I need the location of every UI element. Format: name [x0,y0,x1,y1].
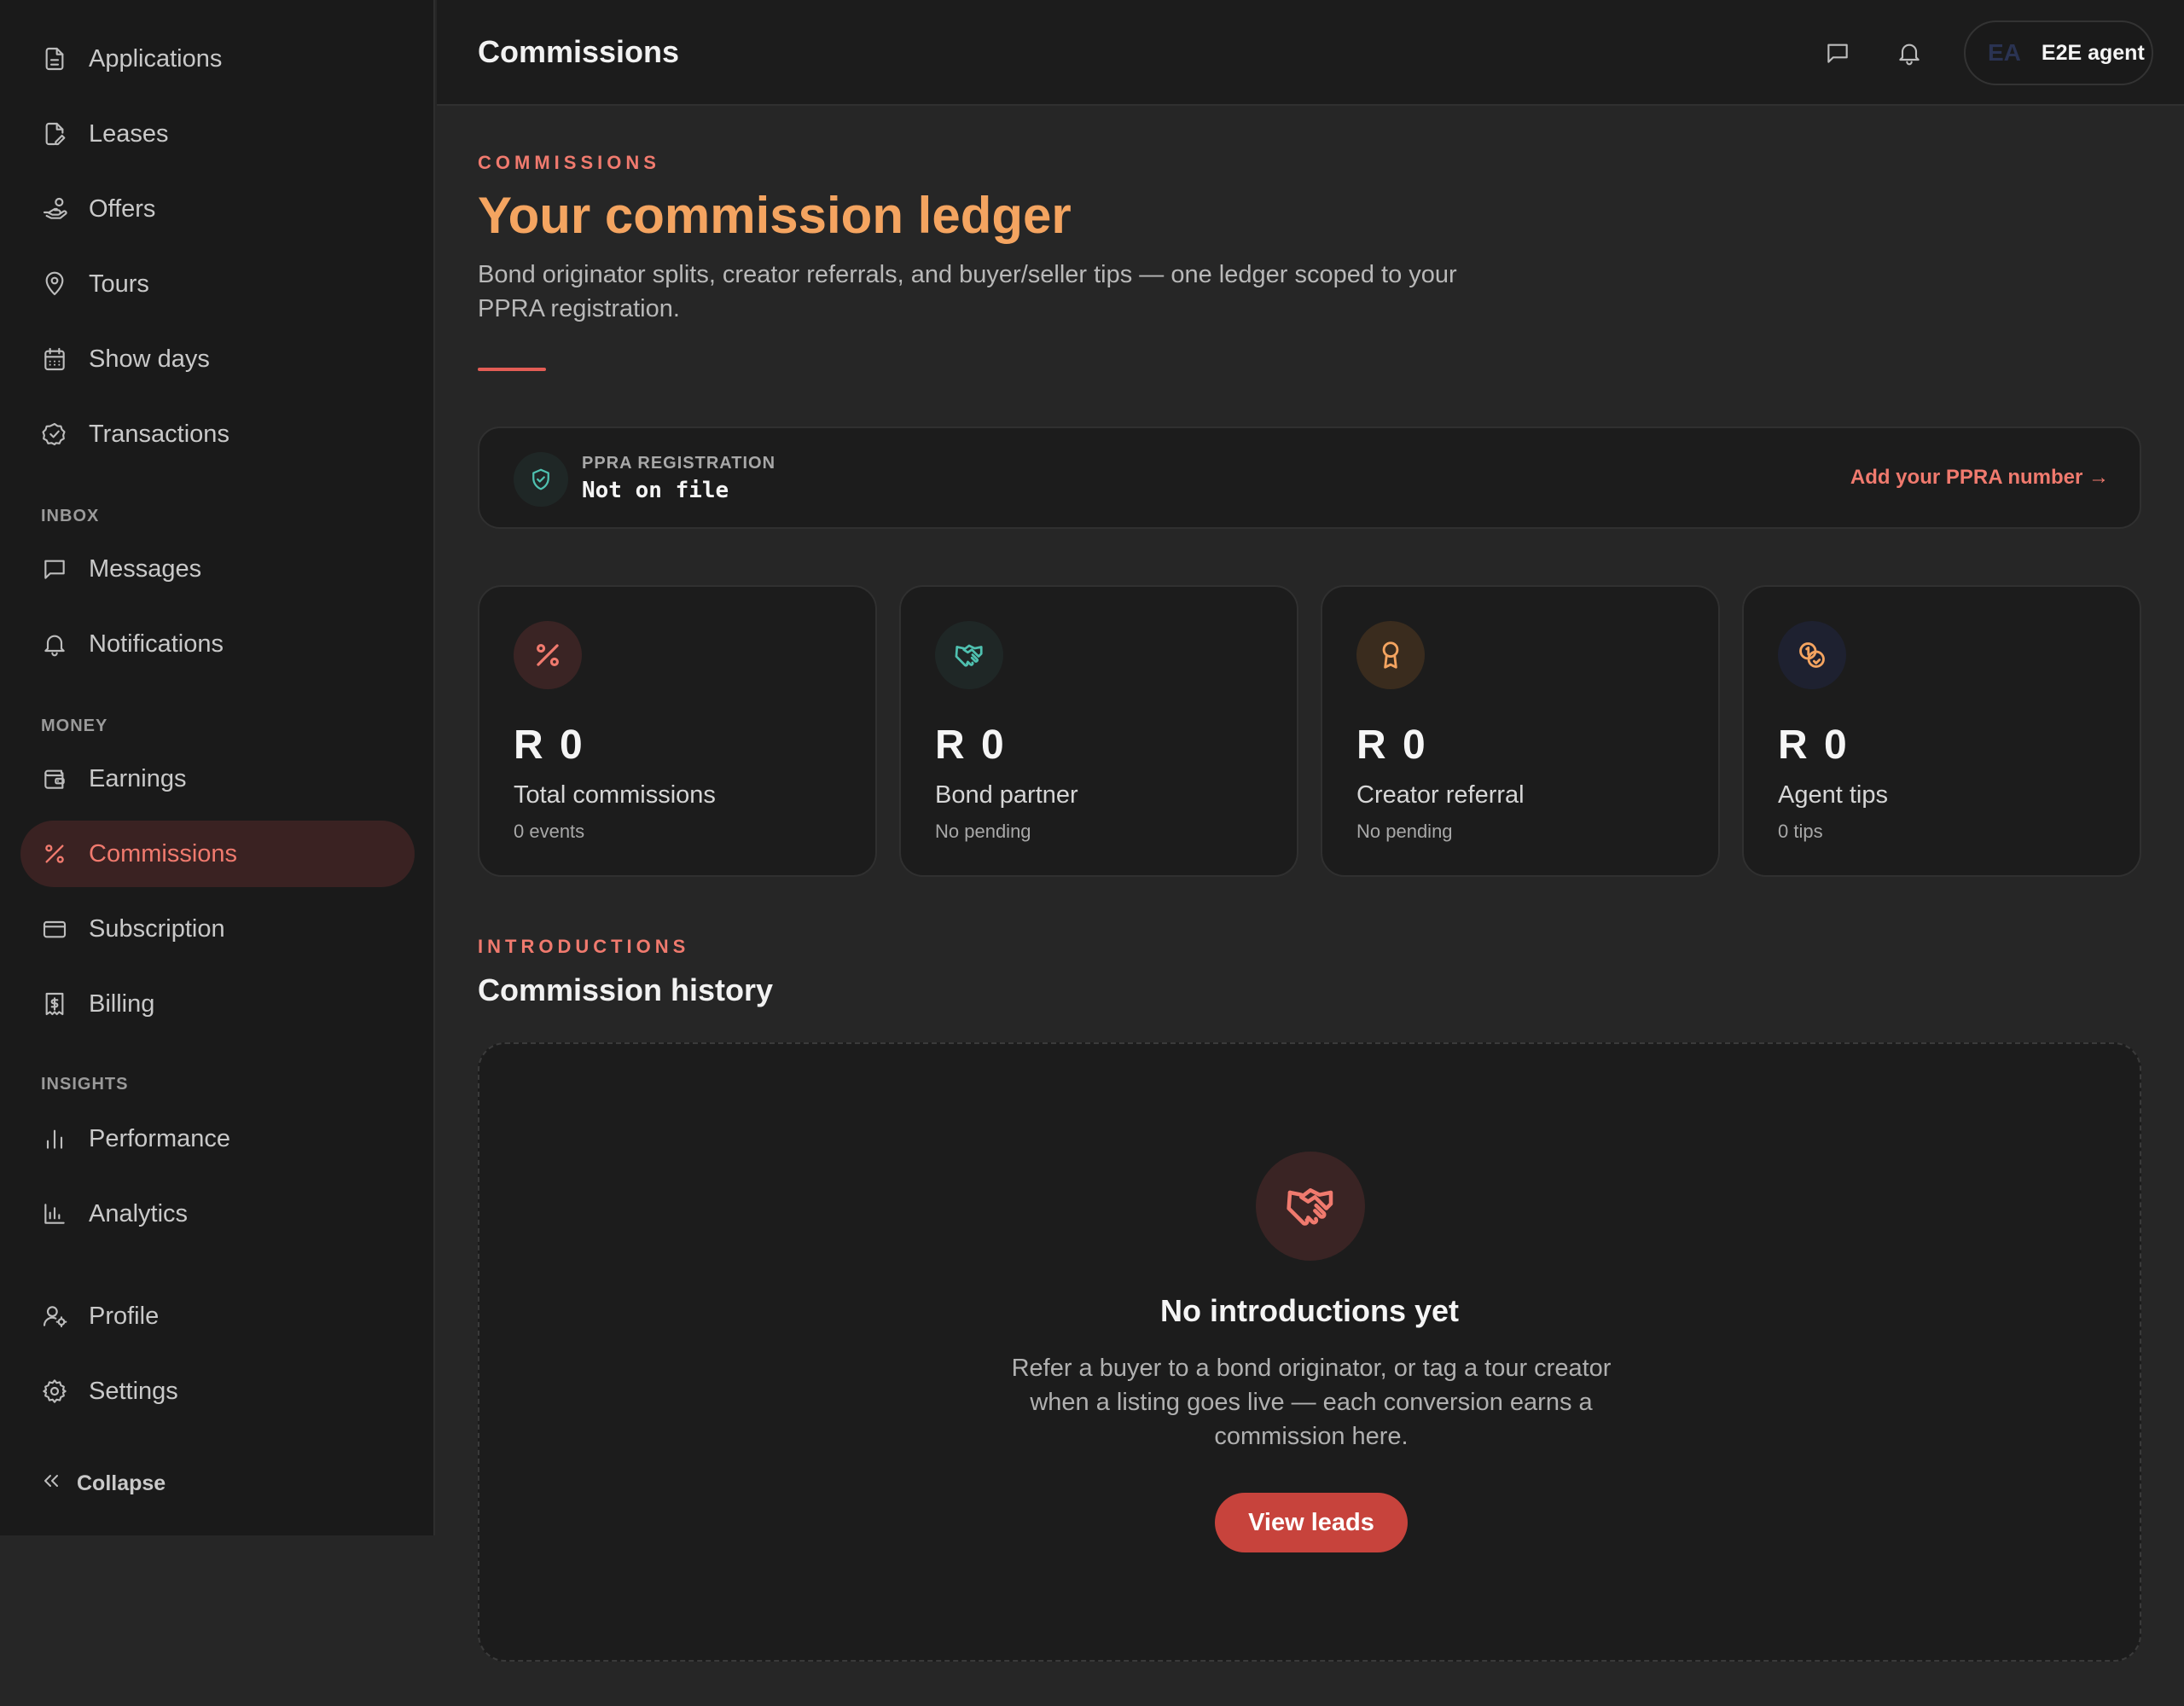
stat-amount: R 0 [1356,722,1428,768]
collapse-label: Collapse [77,1471,166,1495]
sidebar-item-applications[interactable]: Applications [20,26,415,92]
sidebar-item-subscription[interactable]: Subscription [20,896,415,962]
check-circle-icon [20,421,89,448]
sidebar-item-label: Offers [89,194,156,223]
view-leads-button[interactable]: View leads [1215,1493,1408,1552]
stat-card-bond-partner: R 0 Bond partner No pending [899,585,1298,877]
sidebar-section-inbox: INBOX [41,507,100,525]
percent-icon [20,840,89,868]
sidebar-item-label: Commissions [89,839,238,868]
sidebar-item-show-days[interactable]: Show days [20,326,415,392]
receipt-icon [20,990,89,1018]
sidebar-item-label: Leases [89,119,169,148]
collapse-button[interactable]: Collapse [41,1471,166,1497]
sidebar-item-profile[interactable]: Profile [20,1283,415,1349]
bar-chart-axis-icon [20,1200,89,1227]
file-text-icon [20,45,89,73]
sidebar-item-settings[interactable]: Settings [20,1358,415,1425]
sidebar-item-messages[interactable]: Messages [20,536,415,602]
file-edit-icon [20,120,89,148]
stat-meta: No pending [1356,821,1453,842]
sidebar-item-label: Billing [89,989,155,1018]
award-icon [1356,621,1425,689]
stat-amount: R 0 [1778,722,1850,768]
sidebar-section-money: MONEY [41,717,108,735]
sidebar-item-leases[interactable]: Leases [20,101,415,167]
sidebar-item-earnings[interactable]: Earnings [20,746,415,812]
top-bar: Commissions EA E2E agent [437,0,2184,106]
stat-meta: 0 tips [1778,821,1823,842]
empty-state-text: Refer a buyer to a bond originator, or t… [1011,1355,1612,1450]
gear-icon [20,1378,89,1405]
sidebar-item-label: Earnings [89,764,187,792]
add-ppra-link[interactable]: Add your PPRA number → [1850,466,2109,490]
sidebar-item-label: Profile [89,1302,160,1330]
credit-card-icon [20,915,89,943]
sidebar-item-label: Show days [89,345,210,373]
stat-amount: R 0 [935,722,1007,768]
divider [478,368,546,371]
stat-meta: 0 events [514,821,585,842]
sidebar-item-label: Tours [89,270,149,298]
sidebar-item-label: Messages [89,554,202,583]
messages-icon[interactable] [1819,34,1856,72]
user-menu[interactable]: EA E2E agent [1964,20,2153,85]
map-pin-icon [20,270,89,298]
coins-icon [1778,621,1846,689]
sidebar-item-tours[interactable]: Tours [20,251,415,317]
hand-coins-icon [20,195,89,223]
sidebar-item-label: Settings [89,1377,178,1405]
sidebar-item-performance[interactable]: Performance [20,1105,415,1172]
percent-icon [514,621,582,689]
user-cog-icon [20,1303,89,1330]
sidebar-section-insights: INSIGHTS [41,1075,129,1094]
bell-icon [20,630,89,658]
stat-label: Agent tips [1778,781,1888,809]
empty-state-title: No introductions yet [1160,1293,1459,1328]
stat-label: Bond partner [935,781,1078,809]
message-square-icon [20,555,89,583]
history-eyebrow: INTRODUCTIONS [478,936,690,957]
page-title: Commissions [478,34,680,69]
stat-label: Creator referral [1356,781,1525,809]
sidebar-item-billing[interactable]: Billing [20,971,415,1037]
sidebar-item-label: Applications [89,44,223,73]
hero-eyebrow: COMMISSIONS [478,152,660,173]
sidebar-item-commissions[interactable]: Commissions [20,821,415,887]
ppra-label: PPRA REGISTRATION [582,454,776,473]
wallet-icon [20,765,89,792]
stat-meta: No pending [935,821,1031,842]
handshake-icon [935,621,1003,689]
sidebar-item-label: Transactions [89,420,229,448]
section-title: Commission history [478,972,774,1007]
stat-label: Total commissions [514,781,716,809]
user-name: E2E agent [2041,40,2145,65]
bell-icon[interactable] [1891,34,1928,72]
sidebar-item-notifications[interactable]: Notifications [20,611,415,677]
ppra-value: Not on file [582,478,729,503]
empty-state: No introductions yet Refer a buyer to a … [478,1042,2141,1662]
hero-title: Your commission ledger [478,187,1072,244]
sidebar-item-label: Notifications [89,630,224,658]
shield-check-icon [514,452,568,507]
sidebar-item-label: Subscription [89,914,225,943]
calendar-icon [20,345,89,373]
chevrons-left-icon [41,1471,61,1497]
bar-chart-icon [20,1125,89,1152]
sidebar-item-analytics[interactable]: Analytics [20,1181,415,1247]
stat-amount: R 0 [514,722,585,768]
sidebar: Applications Leases Offers Tours Show da… [0,0,435,1535]
avatar: EA [1988,39,2021,66]
stat-card-total-commissions: R 0 Total commissions 0 events [478,585,877,877]
stat-card-creator-referral: R 0 Creator referral No pending [1321,585,1720,877]
sidebar-item-label: Analytics [89,1199,189,1227]
sidebar-item-label: Performance [89,1124,231,1152]
sidebar-item-offers[interactable]: Offers [20,176,415,242]
stat-card-agent-tips: R 0 Agent tips 0 tips [1742,585,2141,877]
sidebar-item-transactions[interactable]: Transactions [20,401,415,467]
hero-subtitle: Bond originator splits, creator referral… [478,261,1457,322]
ppra-registration-banner: PPRA REGISTRATION Not on file Add your P… [478,426,2141,529]
handshake-icon [1256,1152,1365,1261]
